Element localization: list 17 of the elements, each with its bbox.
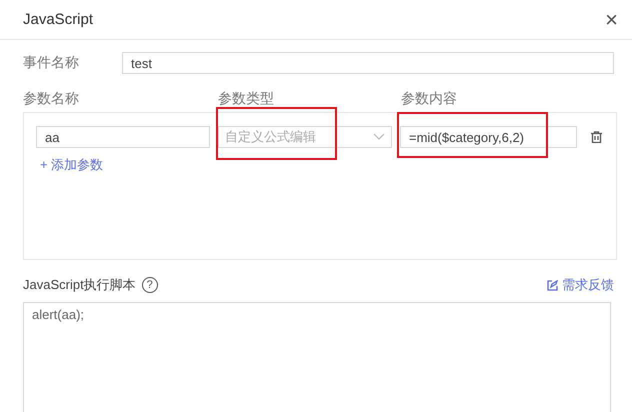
close-button[interactable]: × — [605, 8, 618, 30]
param-name-field[interactable]: aa — [36, 126, 210, 148]
script-label: JavaScript执行脚本 — [23, 276, 136, 294]
column-header: 参数名称 — [23, 90, 80, 108]
help-icon[interactable]: ? — [142, 277, 158, 293]
script-editor[interactable]: alert(aa); — [23, 302, 611, 412]
add-param-link[interactable]: + 添加参数 — [40, 156, 104, 174]
feedback-link[interactable]: 需求反馈 — [547, 276, 614, 294]
param-content-field[interactable]: =mid($category,6,2) — [400, 126, 577, 148]
window-title: JavaScript — [23, 11, 94, 28]
column-header: 参数内容 — [401, 90, 458, 108]
trash-icon[interactable] — [591, 131, 602, 143]
field-label: 事件名称 — [23, 54, 80, 72]
chevron-down-icon — [373, 133, 385, 141]
column-header: 参数类型 — [218, 90, 275, 108]
edit-icon — [547, 280, 558, 290]
event-name-field[interactable]: test — [122, 52, 614, 74]
